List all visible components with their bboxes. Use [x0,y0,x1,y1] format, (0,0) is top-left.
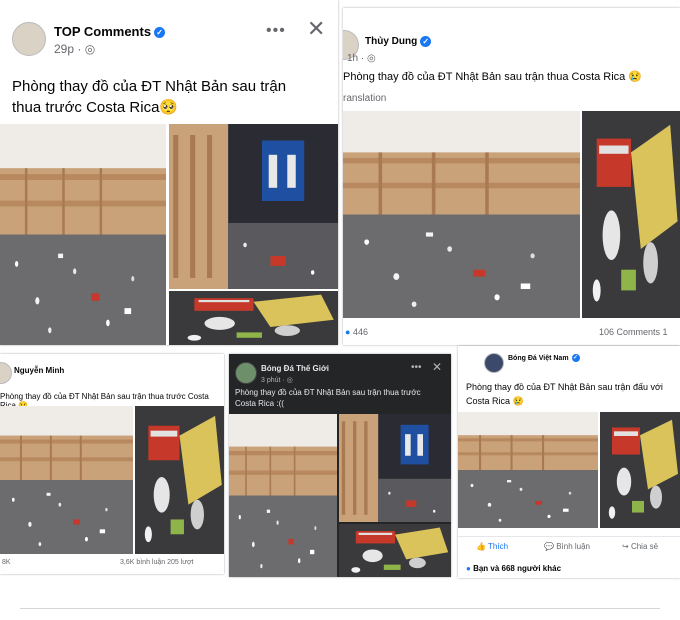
page-name: TOP Comments [54,24,152,39]
post-card-nguyen-minh: Nguyễn Minh Phòng thay đồ của ĐT Nhật Bả… [0,354,224,574]
globe-icon: ◎ [367,53,376,64]
post-photo-side-top[interactable] [169,124,338,289]
post-card-thuy-dung: Thủy Dung ✓ 1h · ◎ Phòng thay đồ của ĐT N… [343,8,680,345]
post-photo-main[interactable] [343,111,580,318]
comment-share-count[interactable]: 3,6K bình luận 205 lượt [120,559,194,566]
post-photo-side[interactable] [135,406,224,554]
post-action-bar: 👍 Thích 💬 Bình luận ↪ Chia sẻ [458,536,680,557]
post-caption: Phòng thay đồ của ĐT Nhật Bản sau trận t… [343,71,643,83]
post-caption: Phòng thay đồ của ĐT Nhật Bản sau trận t… [235,388,421,408]
user-avatar[interactable] [0,362,12,384]
post-time: 1h [347,53,359,64]
page-name: Bóng Đá Việt Nam [508,354,569,362]
page-name-link[interactable]: Bóng Đá Thế Giới [261,364,329,373]
reaction-count-text: 446 [352,327,368,337]
like-button[interactable]: 👍 Thích [476,542,508,551]
reaction-count[interactable]: 8K [2,559,11,566]
more-options-icon[interactable]: ••• [266,22,286,40]
post-photo-side[interactable] [582,111,680,318]
page-avatar[interactable] [484,353,504,373]
comment-icon: 💬 [544,542,554,551]
user-name-link[interactable]: Thủy Dung ✓ [365,36,432,48]
comment-button[interactable]: 💬 Bình luận [544,542,590,551]
post-caption: Phòng thay đồ của ĐT Nhật Bản sau trận đ… [466,382,663,406]
user-name: Nguyễn Minh [14,366,65,375]
share-label: Chia sẻ [630,542,659,551]
post-card-dark-mode: Bóng Đá Thế Giới 3 phút · ◎ ••• ✕ Phòng … [229,354,451,577]
verified-badge-icon: ✓ [154,27,166,39]
more-options-icon[interactable]: ••• [411,362,422,373]
globe-icon: ◎ [286,377,293,384]
post-photo-side-top[interactable] [339,414,451,522]
post-caption: Phòng thay đồ của ĐT Nhật Bản sau trận t… [12,78,287,116]
like-reaction-icon: ● [345,327,351,337]
reaction-summary[interactable]: ● Bạn và 668 người khác [466,564,561,573]
user-name-link[interactable]: Nguyễn Minh [14,366,64,375]
bottom-divider [20,608,660,609]
post-photo-main[interactable] [0,124,166,345]
close-icon[interactable]: ✕ [307,16,325,42]
thumbs-up-icon: 👍 [476,542,486,551]
page-avatar[interactable] [235,362,257,384]
share-button[interactable]: ↪ Chia sẻ [622,542,658,551]
reaction-summary-text: Bạn và 668 người khác [473,564,562,573]
post-card-bong-da-vn: Bóng Đá Việt Nam ✓ Phòng thay đồ của ĐT N… [458,346,680,578]
page-name-link[interactable]: TOP Comments ✓ [54,24,166,39]
page-avatar[interactable] [12,22,46,56]
see-translation-link[interactable]: ranslation [343,93,386,104]
comment-label: Bình luận [556,542,591,551]
post-photo-side-bottom[interactable] [339,524,451,577]
user-name: Thủy Dung [365,36,418,48]
post-timestamp[interactable]: 1h · ◎ [347,53,376,64]
post-timestamp[interactable]: 29p · ◎ [54,42,95,56]
globe-icon: ◎ [84,42,96,56]
verified-badge-icon: ✓ [571,354,580,362]
comment-count[interactable]: 106 Comments 1 [599,327,668,337]
reaction-count[interactable]: ● 446 [345,327,368,337]
post-time: 29p [54,42,75,56]
post-timestamp[interactable]: 3 phút · ◎ [261,376,293,384]
page-name: Bóng Đá Thế Giới [261,364,329,373]
like-reaction-icon: ● [466,564,471,573]
like-label: Thích [488,542,509,551]
share-icon: ↪ [622,542,629,551]
post-card-top-comments: TOP Comments ✓ 29p · ◎ ••• ✕ Phòng thay đ… [0,0,338,345]
post-photo-main[interactable] [229,414,337,577]
post-time: 3 phút [261,377,281,384]
post-photo-main[interactable] [0,406,133,554]
close-icon[interactable]: ✕ [432,360,442,374]
post-photo-main[interactable] [458,412,598,528]
post-photo-side-bottom[interactable] [169,291,338,345]
verified-badge-icon: ✓ [420,36,432,47]
page-name-link[interactable]: Bóng Đá Việt Nam ✓ [508,354,580,362]
post-photo-side[interactable] [600,412,680,528]
